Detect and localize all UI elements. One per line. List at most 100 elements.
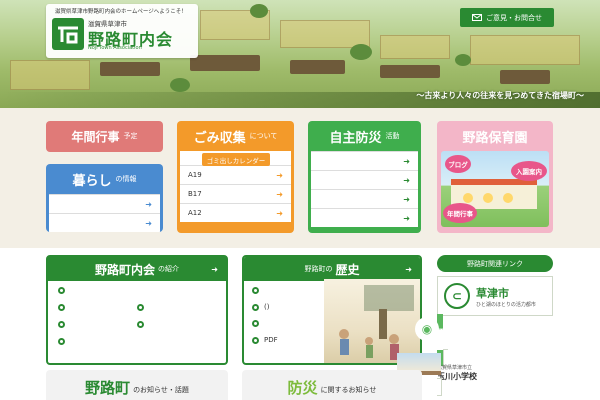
history-link[interactable] bbox=[252, 287, 278, 294]
arrow-right-icon: ➜ bbox=[403, 213, 410, 223]
intro-link[interactable] bbox=[137, 304, 216, 314]
history-header[interactable]: 野路町の 歴史 ➜ bbox=[244, 257, 420, 281]
arrow-right-icon: ➜ bbox=[403, 156, 410, 166]
intro-suffix: の紹介 bbox=[158, 265, 179, 273]
history-links: () PDF bbox=[252, 287, 278, 344]
school-name: 玉川小学校 bbox=[437, 372, 477, 381]
bullet-icon bbox=[137, 321, 144, 328]
contact-button[interactable]: ご意見・お問合せ bbox=[460, 8, 554, 27]
disaster-link[interactable]: ➜ bbox=[311, 208, 418, 227]
arrow-right-icon: ➜ bbox=[276, 208, 283, 218]
history-link-label: () bbox=[264, 303, 270, 311]
arrow-right-icon: ➜ bbox=[276, 189, 283, 199]
life-link[interactable]: ➜ bbox=[49, 194, 160, 213]
nursery-card[interactable]: 野路保育園 ブログ 入園案内 年間行事 bbox=[437, 121, 553, 233]
tree bbox=[250, 4, 268, 18]
disaster-link[interactable]: ➜ bbox=[311, 189, 418, 208]
intro-link[interactable] bbox=[58, 304, 137, 314]
life-header[interactable]: 暮らし の情報 bbox=[46, 164, 163, 194]
life-card: 暮らし の情報 ➜ ➜ bbox=[46, 164, 163, 232]
garbage-calendar-label: ゴミ出しカレンダー bbox=[202, 153, 270, 166]
garbage-header[interactable]: ごみ収集 について bbox=[177, 121, 294, 151]
disaster-link[interactable]: ➜ bbox=[311, 170, 418, 189]
tamagawa-school-link[interactable]: 滋賀県草津市立 玉川小学校 bbox=[397, 349, 553, 396]
blog-bubble[interactable]: ブログ bbox=[445, 155, 471, 173]
nursery-window bbox=[463, 193, 473, 203]
school-sub: 滋賀県草津市立 bbox=[437, 365, 473, 371]
disaster-card: 自主防災 活動 ➜ ➜ ➜ ➜ bbox=[308, 121, 421, 233]
house-roof bbox=[500, 70, 550, 84]
garbage-card: ごみ収集 について ゴミ出しカレンダー A19 ➜ B17 ➜ A12 ➜ bbox=[177, 121, 294, 233]
bullet-icon bbox=[58, 338, 65, 345]
arrow-right-icon: ➜ bbox=[211, 264, 218, 274]
history-title: 歴史 bbox=[335, 262, 360, 277]
town-news-title: 野路町 bbox=[85, 379, 131, 397]
events-card[interactable]: 年間行事 予定 bbox=[46, 121, 163, 152]
tree bbox=[170, 78, 190, 92]
intro-link[interactable] bbox=[58, 287, 137, 297]
intro-header[interactable]: 野路町内会 の紹介 ➜ bbox=[48, 257, 226, 281]
disaster-news-header[interactable]: 防災 に関するお知らせ bbox=[242, 370, 422, 400]
intro-link[interactable] bbox=[137, 321, 216, 331]
garbage-suffix: について bbox=[249, 132, 278, 140]
intro-link[interactable] bbox=[137, 287, 216, 297]
disaster-header[interactable]: 自主防災 活動 bbox=[308, 121, 421, 151]
nursery-header: 野路保育園 bbox=[437, 121, 553, 151]
intro-link[interactable] bbox=[58, 338, 137, 348]
kusatsu-city-link[interactable]: ⊂ 草津市 ひと湖のほとりの活力都市 bbox=[437, 276, 553, 316]
disaster-title: 自主防災 bbox=[329, 130, 382, 146]
history-link[interactable]: () bbox=[252, 303, 278, 311]
nursery-events-bubble[interactable]: 年間行事 bbox=[443, 203, 477, 223]
bullet-icon bbox=[58, 321, 65, 328]
nursery-window bbox=[483, 193, 493, 203]
arrow-right-icon: ➜ bbox=[403, 194, 410, 204]
history-link[interactable] bbox=[252, 320, 278, 327]
rice-field bbox=[470, 35, 580, 65]
disaster-link[interactable]: ➜ bbox=[311, 151, 418, 170]
disaster-news-suffix: に関するお知らせ bbox=[320, 386, 377, 394]
life-link[interactable]: ➜ bbox=[49, 213, 160, 232]
arrow-right-icon: ➜ bbox=[405, 264, 412, 274]
bullet-icon bbox=[58, 304, 65, 311]
garbage-calendar-link[interactable]: A19 ➜ bbox=[180, 165, 291, 184]
tamagawa-line1: 玉川学区 bbox=[437, 329, 474, 339]
rice-field bbox=[380, 35, 450, 59]
history-box: 野路町の 歴史 ➜ () PDF bbox=[242, 255, 422, 365]
contact-label: ご意見・お問合せ bbox=[486, 13, 542, 22]
disaster-news-title: 防災 bbox=[287, 379, 318, 397]
rice-field bbox=[10, 60, 90, 90]
mail-icon bbox=[472, 14, 482, 21]
bullet-icon bbox=[252, 336, 259, 344]
calendar-area-label: B17 bbox=[188, 190, 202, 198]
disaster-suffix: 活動 bbox=[385, 132, 400, 140]
events-suffix: 予定 bbox=[123, 132, 138, 140]
intro-title: 野路町内会 bbox=[94, 262, 155, 277]
calendar-area-label: A12 bbox=[188, 209, 202, 217]
tamagawa-council-link[interactable]: 玉川学区 まちづくり協議会 ◉ bbox=[415, 314, 553, 366]
calendar-area-label: A19 bbox=[188, 171, 202, 179]
bullet-icon bbox=[252, 320, 259, 327]
house-roof bbox=[290, 60, 345, 74]
garbage-calendar-link[interactable]: B17 ➜ bbox=[180, 184, 291, 203]
arrow-right-icon: ➜ bbox=[145, 199, 152, 209]
history-link-label: PDF bbox=[264, 336, 278, 344]
site-logo[interactable]: 滋賀県草津市野路町内会のホームページへようこそ！ 滋賀県草津市 野路町内会 No… bbox=[46, 4, 198, 58]
garbage-calendar-link[interactable]: A12 ➜ bbox=[180, 203, 291, 222]
related-links-title: 野路町関連リンク bbox=[437, 255, 553, 272]
town-news-header[interactable]: 野路町 のお知らせ・話題 bbox=[46, 370, 228, 400]
town-news-suffix: のお知らせ・話題 bbox=[133, 386, 189, 394]
related-links: 野路町関連リンク ⊂ 草津市 ひと湖のほとりの活力都市 玉川学区 まちづくり協議… bbox=[397, 255, 553, 400]
bullet-icon bbox=[137, 304, 144, 311]
tagline: 〜古来より人々の往来を見つめてきた宿場町〜 bbox=[416, 91, 584, 100]
intro-box: 野路町内会 の紹介 ➜ bbox=[46, 255, 228, 365]
enrollment-bubble[interactable]: 入園案内 bbox=[511, 161, 547, 181]
events-title: 年間行事 bbox=[71, 129, 120, 144]
history-link[interactable]: PDF bbox=[252, 336, 278, 344]
site-title-en: Noji Town Association bbox=[88, 45, 142, 51]
nursery-title: 野路保育園 bbox=[462, 130, 528, 146]
bullet-icon bbox=[58, 287, 65, 294]
kusatsu-emblem-icon: ⊂ bbox=[444, 283, 470, 309]
arrow-right-icon: ➜ bbox=[276, 170, 283, 180]
intro-link[interactable] bbox=[58, 321, 137, 331]
nursery-photo: ブログ 入園案内 年間行事 bbox=[441, 151, 549, 227]
